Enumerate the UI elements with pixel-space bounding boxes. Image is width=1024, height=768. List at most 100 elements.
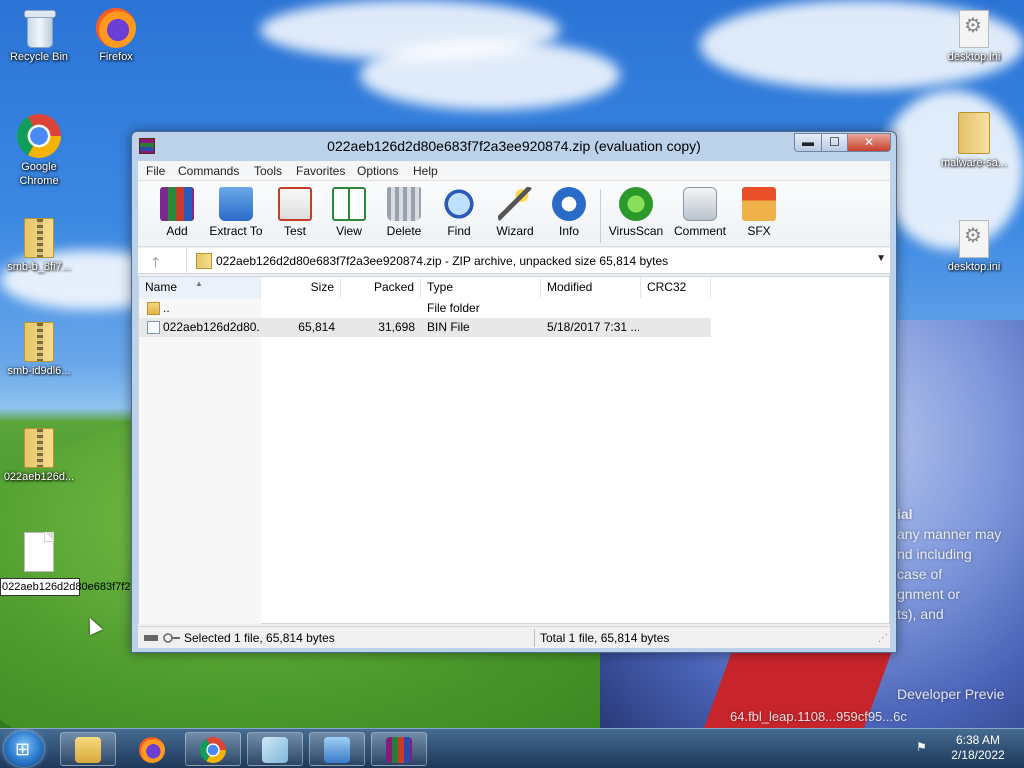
extract-to-button[interactable]: Extract To — [204, 187, 268, 238]
folder-icon — [147, 302, 160, 315]
close-button[interactable]: ✕ — [847, 133, 891, 152]
maximize-button[interactable]: ☐ — [821, 133, 848, 152]
up-arrow-icon[interactable]: 🡑 — [152, 252, 159, 276]
tool-label: Test — [283, 224, 306, 238]
tool-label: Find — [447, 224, 471, 238]
desktop-icon-smb-id[interactable]: smb-id9dl6... — [1, 322, 77, 378]
winrar-icon — [386, 737, 412, 763]
control-panel-icon — [324, 737, 350, 763]
info-button[interactable]: Info — [537, 187, 601, 238]
desktop-icon-bin-file[interactable] — [1, 532, 77, 574]
taskbar-firefox[interactable] — [124, 732, 180, 766]
start-button[interactable]: ⊞ — [4, 731, 44, 767]
file-list: ▲ Name Size Packed Type Modified CRC32 .… — [138, 276, 890, 624]
taskbar: ⊞ ⚑ 6:38 AM 2/18/2022 — [0, 728, 1024, 768]
tool-label: Delete — [386, 224, 422, 238]
desktop: ial any manner may nd including case of … — [0, 0, 1024, 728]
cell-packed: 31,698 — [378, 320, 415, 334]
status-divider — [534, 629, 535, 647]
cell-size: 65,814 — [298, 320, 335, 334]
cloud — [360, 40, 620, 110]
clock-date: 2/18/2022 — [951, 748, 1005, 762]
desktop-icon-zip[interactable]: 022aeb126d... — [1, 428, 77, 484]
menu-help[interactable]: Help — [413, 164, 438, 178]
sfx-button[interactable]: SFX — [727, 187, 791, 238]
status-bar: Selected 1 file, 65,814 bytes Total 1 fi… — [138, 626, 890, 648]
desktop-icon-label: smb-b_8fi7... — [7, 261, 71, 273]
wizard-icon — [498, 187, 532, 221]
table-row[interactable]: .. File folder — [139, 299, 711, 318]
desktop-icon-desktop-ini[interactable]: desktop.ini — [936, 10, 1012, 64]
desktop-icon-firefox[interactable]: Firefox — [78, 8, 154, 64]
desktop-icon-label: Firefox — [99, 51, 133, 63]
cell-type: BIN File — [427, 320, 470, 334]
column-header-size[interactable]: Size — [261, 277, 341, 298]
overlay-text: ts), and — [897, 606, 944, 622]
desktop-icon-label: desktop.ini — [947, 51, 1001, 63]
overlay-text: nd including — [897, 546, 972, 562]
winrar-window: 022aeb126d2d80e683f7f2a3ee920874.zip (ev… — [131, 131, 897, 653]
taskbar-control-panel[interactable] — [309, 732, 365, 766]
virusscan-icon — [619, 187, 653, 221]
overlay-text: Developer Previe — [897, 686, 1005, 702]
desktop-icon-label: smb-id9dl6... — [7, 365, 71, 377]
virusscan-button[interactable]: VirusScan — [604, 187, 668, 238]
overlay-text: gnment or — [897, 586, 961, 602]
column-header-packed[interactable]: Packed — [341, 277, 421, 298]
cell-modified: 5/18/2017 7:31 ... — [547, 320, 639, 334]
overlay-text: ial — [897, 506, 913, 522]
desktop-icon-desktop-ini-2[interactable]: desktop.ini — [936, 220, 1012, 274]
desktop-icon-smb-b[interactable]: smb-b_8fi7... — [1, 218, 77, 274]
comment-icon — [683, 187, 717, 221]
action-center-icon[interactable]: ⚑ — [916, 740, 927, 754]
taskbar-chrome[interactable] — [185, 732, 241, 766]
menu-options[interactable]: Options — [357, 164, 398, 178]
menu-file[interactable]: File — [146, 164, 165, 178]
tool-label: Comment — [673, 224, 726, 238]
taskbar-explorer[interactable] — [60, 732, 116, 766]
address-bar: 🡑 022aeb126d2d80e683f7f2a3ee920874.zip -… — [138, 248, 890, 274]
column-header-modified[interactable]: Modified — [541, 277, 641, 298]
desktop-icon-chrome[interactable]: Google Chrome — [1, 114, 77, 188]
minimize-button[interactable]: ▬ — [794, 133, 822, 152]
archive-path[interactable]: 022aeb126d2d80e683f7f2a3ee920874.zip - Z… — [216, 254, 668, 268]
resize-grip-icon[interactable]: ⋰ — [878, 633, 888, 644]
recycle-bin-icon — [24, 8, 56, 48]
table-row[interactable]: 022aeb126d2d80... 65,814 31,698 BIN File… — [139, 318, 711, 337]
title-bar[interactable]: 022aeb126d2d80e683f7f2a3ee920874.zip (ev… — [132, 132, 896, 160]
column-header-type[interactable]: Type — [421, 277, 541, 298]
desktop-icon-label: 022aeb126d... — [3, 471, 75, 483]
notepad-icon — [262, 737, 288, 763]
menu-commands[interactable]: Commands — [178, 164, 239, 178]
column-header-crc32[interactable]: CRC32 — [641, 277, 711, 298]
taskbar-winrar[interactable] — [371, 732, 427, 766]
find-button[interactable]: Find — [427, 187, 491, 238]
chevron-down-icon[interactable]: ▼ — [876, 253, 886, 264]
view-icon — [332, 187, 366, 221]
desktop-icon-malware[interactable]: malware-sa... — [936, 112, 1012, 170]
desktop-icon-label: desktop.ini — [947, 261, 1001, 273]
bin-file-icon — [147, 321, 160, 334]
explorer-icon — [75, 737, 101, 763]
taskbar-notepad[interactable] — [247, 732, 303, 766]
status-selected: Selected 1 file, 65,814 bytes — [184, 631, 335, 645]
drive-key-icon — [144, 632, 180, 643]
overlay-text: any manner may — [897, 526, 1002, 542]
column-header-name[interactable]: ▲ Name — [139, 277, 261, 298]
chrome-icon — [200, 737, 226, 763]
desktop-icon-label: Google Chrome — [19, 161, 59, 187]
rename-input[interactable]: 022aeb126d2d80e683f7f2a3ee920874.bin — [0, 578, 209, 596]
add-button[interactable]: Add — [145, 187, 209, 238]
firefox-icon — [139, 737, 165, 763]
system-clock[interactable]: 6:38 AM 2/18/2022 — [940, 733, 1016, 763]
name-column-background — [139, 298, 261, 624]
add-icon — [160, 187, 194, 221]
zip-folder-icon — [24, 322, 54, 362]
comment-button[interactable]: Comment — [668, 187, 732, 238]
menu-tools[interactable]: Tools — [254, 164, 282, 178]
menu-favorites[interactable]: Favorites — [296, 164, 345, 178]
toolbar: Add Extract To Test View Delete Find Wiz… — [138, 181, 890, 247]
tool-label: Wizard — [496, 224, 534, 238]
desktop-icon-recycle-bin[interactable]: Recycle Bin — [1, 8, 77, 64]
tool-label: SFX — [747, 224, 771, 238]
